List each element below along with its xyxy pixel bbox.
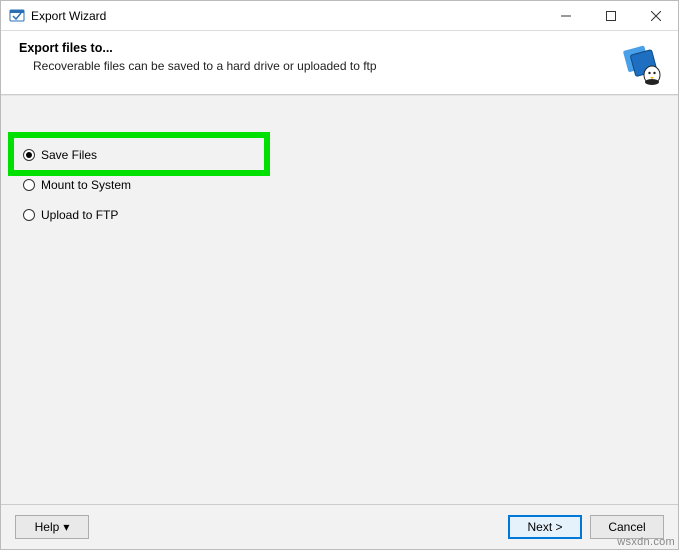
radio-icon bbox=[23, 149, 35, 161]
minimize-button[interactable] bbox=[543, 1, 588, 30]
option-upload-to-ftp[interactable]: Upload to FTP bbox=[1, 200, 678, 230]
help-label: Help bbox=[35, 520, 60, 534]
wizard-header: Export files to... Recoverable files can… bbox=[1, 31, 678, 95]
header-title: Export files to... bbox=[19, 41, 660, 55]
header-subtitle: Recoverable files can be saved to a hard… bbox=[19, 59, 660, 73]
wizard-icon bbox=[616, 37, 664, 85]
option-label: Mount to System bbox=[41, 178, 131, 192]
wizard-footer: Help ▾ Next > Cancel bbox=[1, 505, 678, 549]
export-wizard-window: Export Wizard Export files to... Recover… bbox=[0, 0, 679, 550]
window-controls bbox=[543, 1, 678, 30]
wizard-content: Save Files Mount to System Upload to FTP bbox=[1, 95, 678, 505]
help-button[interactable]: Help ▾ bbox=[15, 515, 89, 539]
next-button[interactable]: Next > bbox=[508, 515, 582, 539]
option-save-files[interactable]: Save Files bbox=[1, 140, 678, 170]
option-label: Save Files bbox=[41, 148, 97, 162]
maximize-button[interactable] bbox=[588, 1, 633, 30]
option-mount-to-system[interactable]: Mount to System bbox=[1, 170, 678, 200]
radio-icon bbox=[23, 179, 35, 191]
dropdown-icon: ▾ bbox=[63, 520, 69, 534]
watermark: wsxdn.com bbox=[617, 536, 675, 548]
cancel-label: Cancel bbox=[608, 520, 645, 534]
option-label: Upload to FTP bbox=[41, 208, 118, 222]
next-label: Next > bbox=[527, 520, 562, 534]
window-title: Export Wizard bbox=[31, 9, 543, 23]
close-button[interactable] bbox=[633, 1, 678, 30]
titlebar: Export Wizard bbox=[1, 1, 678, 31]
app-icon bbox=[9, 8, 25, 24]
radio-icon bbox=[23, 209, 35, 221]
